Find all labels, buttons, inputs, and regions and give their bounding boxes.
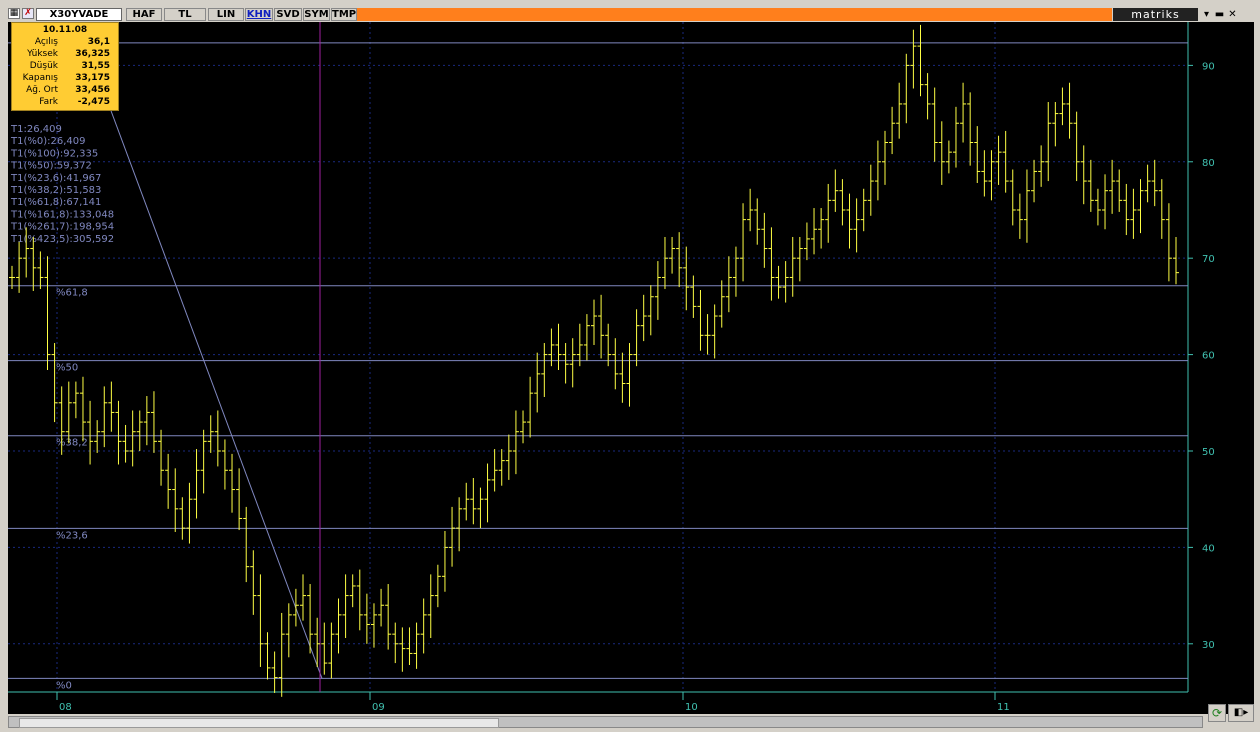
info-row: Açılış 36,1 xyxy=(12,36,118,48)
x-tick-label: 09 xyxy=(372,702,385,713)
info-label: Yüksek xyxy=(27,49,58,59)
fib-label: %61,8 xyxy=(56,288,88,299)
tmp-button[interactable]: TMP xyxy=(331,8,357,21)
fib-label: %50 xyxy=(56,363,78,374)
y-tick-label: 60 xyxy=(1202,351,1215,362)
y-tick-label: 90 xyxy=(1202,61,1215,72)
info-row: Yüksek 36,325 xyxy=(12,48,118,60)
y-tick-label: 80 xyxy=(1202,158,1215,169)
fib-text: T1:26,409 xyxy=(10,124,62,135)
toolbar: ▦ ✗ X30YVADE HAF TL LIN KHN SVD SYM TMP … xyxy=(0,0,1260,22)
price-chart[interactable]: 3040506070809008 09 10 11%61,8%50%38,2%23,6… xyxy=(8,22,1254,714)
fib-text: T1(%50):59,372 xyxy=(10,161,92,172)
info-value: 36,1 xyxy=(87,37,110,47)
fib-text: T1(%0):26,409 xyxy=(10,136,86,147)
symbol-field[interactable]: X30YVADE xyxy=(36,8,122,21)
info-date: 10.11.08 xyxy=(42,25,88,35)
info-value: 36,325 xyxy=(75,49,110,59)
info-value: 31,55 xyxy=(81,61,110,71)
scroll-thumb[interactable] xyxy=(19,718,499,728)
info-label: Açılış xyxy=(34,37,58,47)
tl-button[interactable]: TL xyxy=(164,8,206,21)
lin-button[interactable]: LIN xyxy=(208,8,244,21)
fib-text: T1(%161,8):133,048 xyxy=(10,209,114,220)
window-controls: ▾ ▬ ✕ xyxy=(1200,8,1256,21)
brand-logo: matriks xyxy=(1113,8,1198,21)
minimize-icon[interactable]: ▬ xyxy=(1213,8,1226,21)
y-tick-label: 50 xyxy=(1202,447,1215,458)
fib-text: T1(%100):92,335 xyxy=(10,148,98,159)
x-tick-label: 11 xyxy=(997,702,1010,713)
zoom-icon[interactable]: ◧▸ xyxy=(1228,704,1254,722)
fib-text: T1(%23,6):41,967 xyxy=(10,173,101,184)
sym-button[interactable]: SYM xyxy=(303,8,330,21)
ohlc-info-box: 10.11.08 Açılış 36,1 Yüksek 36,325 Düşük 31,5… xyxy=(11,22,119,111)
title-bar xyxy=(357,8,1112,21)
grid-icon[interactable]: ▦ xyxy=(8,8,20,19)
khn-button[interactable]: KHN xyxy=(245,8,273,21)
dropdown-icon[interactable]: ▾ xyxy=(1200,8,1213,21)
svd-button[interactable]: SVD xyxy=(274,8,302,21)
chart-window: ▦ ✗ X30YVADE HAF TL LIN KHN SVD SYM TMP … xyxy=(0,0,1260,732)
fib-text: T1(%423,5):305,592 xyxy=(10,234,114,245)
x-tick-label: 10 xyxy=(685,702,698,713)
haf-button[interactable]: HAF xyxy=(126,8,162,21)
info-value: 33,175 xyxy=(75,73,110,83)
fib-text: T1(%61,8):67,141 xyxy=(10,197,101,208)
chart-type-icon[interactable]: ✗ xyxy=(22,8,34,19)
info-value: 33,456 xyxy=(75,85,110,95)
y-tick-label: 40 xyxy=(1202,543,1215,554)
refresh-icon[interactable]: ⟳ xyxy=(1208,704,1226,722)
chart-area[interactable]: 30 40 50 60 70 80 90 08 09 10 11 %61,8 %50 %38,2 %23,6… xyxy=(8,22,1254,714)
info-label: Kapanış xyxy=(22,73,58,83)
info-label: Düşük xyxy=(29,61,58,71)
y-tick-label: 30 xyxy=(1202,640,1215,651)
close-icon[interactable]: ✕ xyxy=(1226,8,1239,21)
info-row: Düşük 31,55 xyxy=(12,60,118,72)
info-row: Ağ. Ort 33,456 xyxy=(12,84,118,96)
x-tick-label: 08 xyxy=(59,702,72,713)
fib-label: %23,6 xyxy=(56,530,88,541)
info-value: -2,475 xyxy=(77,97,110,107)
info-label: Fark xyxy=(39,97,58,107)
fib-label: %0 xyxy=(56,680,72,691)
horizontal-scrollbar[interactable] xyxy=(8,716,1203,728)
trend-line xyxy=(77,22,323,679)
fib-text: T1(%261,7):198,954 xyxy=(10,222,114,233)
info-row: Kapanış 33,175 xyxy=(12,72,118,84)
fib-text: T1(%38,2):51,583 xyxy=(10,185,101,196)
info-label: Ağ. Ort xyxy=(26,85,58,95)
y-tick-label: 70 xyxy=(1202,254,1215,265)
info-row: Fark -2,475 xyxy=(12,96,118,108)
